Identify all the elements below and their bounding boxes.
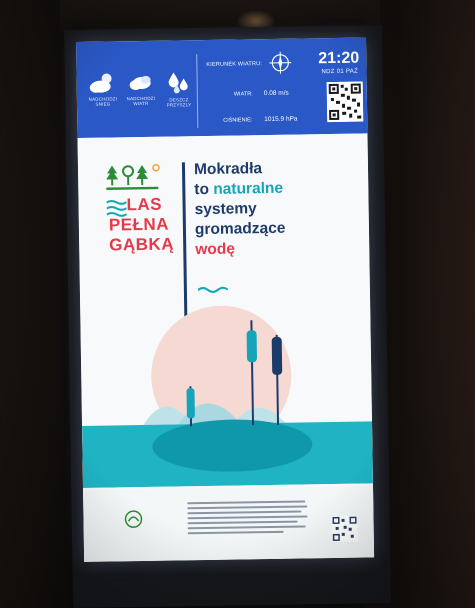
headline-line-3: systemy xyxy=(194,200,257,219)
headline-line-4: gromadzące xyxy=(194,219,286,239)
wetlands-poster: LAS PEŁNA GĄBKĄ Mokradła to naturalne sy… xyxy=(77,133,375,562)
weather-condition-label: DESZCZ PRZYSZLY xyxy=(166,97,192,108)
cloudy-icon xyxy=(129,75,151,91)
cattail-2 xyxy=(246,330,257,363)
wetland-illustration xyxy=(82,305,373,488)
logo-word-pelna: PEŁNA xyxy=(108,214,170,235)
wind-direction-label: KIERUNEK WIATRU: xyxy=(206,61,263,68)
photo-scene: NADCHODZI SNIEG NADCHODZI WIATR DESZCZ P… xyxy=(0,0,475,608)
partner-logo-icon xyxy=(124,510,143,528)
pressure-label: CIŚNIENIE: xyxy=(223,117,253,124)
weather-condition-1: NADCHODZI SNIEG xyxy=(84,71,121,132)
compass-icon xyxy=(269,51,292,74)
poster-footer xyxy=(83,485,375,562)
trees-logo-icon xyxy=(106,164,160,190)
dark-background-left xyxy=(0,0,70,608)
cattail-3 xyxy=(271,336,283,375)
headline-line-1: Mokradła xyxy=(193,160,263,179)
wind-speed-label: WIATR: xyxy=(233,91,253,98)
weather-bar: NADCHODZI SNIEG NADCHODZI WIATR DESZCZ P… xyxy=(76,37,368,138)
logo-word-gabka: GĄBKĄ xyxy=(109,234,175,255)
headline-line-2: to naturalne xyxy=(194,179,285,200)
pressure-value: 1015.9 hPa xyxy=(264,115,298,124)
weather-condition-label: NADCHODZI SNIEG xyxy=(88,96,118,107)
clock-date: NDZ 01 PAŹ xyxy=(321,68,359,76)
weather-condition-2: NADCHODZI WIATR xyxy=(122,71,159,132)
kiosk-screen: NADCHODZI SNIEG NADCHODZI WIATR DESZCZ P… xyxy=(76,37,375,562)
raindrops-icon xyxy=(168,72,188,94)
wind-speed-value: 0.08 m/s xyxy=(263,89,289,98)
weather-condition-label: NADCHODZI WIATR xyxy=(126,95,156,107)
logo-word-las: LAS xyxy=(126,194,163,215)
clock-time: 21:20 xyxy=(318,49,360,68)
poster-headline: Mokradła to naturalne systemy gromadzące… xyxy=(194,159,286,260)
qr-code-icon xyxy=(326,81,364,123)
headline-line-2-prefix: to xyxy=(194,180,214,199)
weather-divider xyxy=(196,54,199,129)
headline-line-5: wodę xyxy=(195,240,236,259)
weather-condition-3: DESZCZ PRZYSZLY xyxy=(160,70,197,131)
footer-small-print xyxy=(187,500,308,537)
headline-line-2-accent: naturalne xyxy=(213,179,284,198)
partly-cloudy-icon xyxy=(89,73,112,93)
weather-conditions: NADCHODZI SNIEG NADCHODZI WIATR DESZCZ P… xyxy=(84,70,197,132)
footer-qr-code-icon xyxy=(331,515,358,543)
cattail-1 xyxy=(186,388,195,419)
